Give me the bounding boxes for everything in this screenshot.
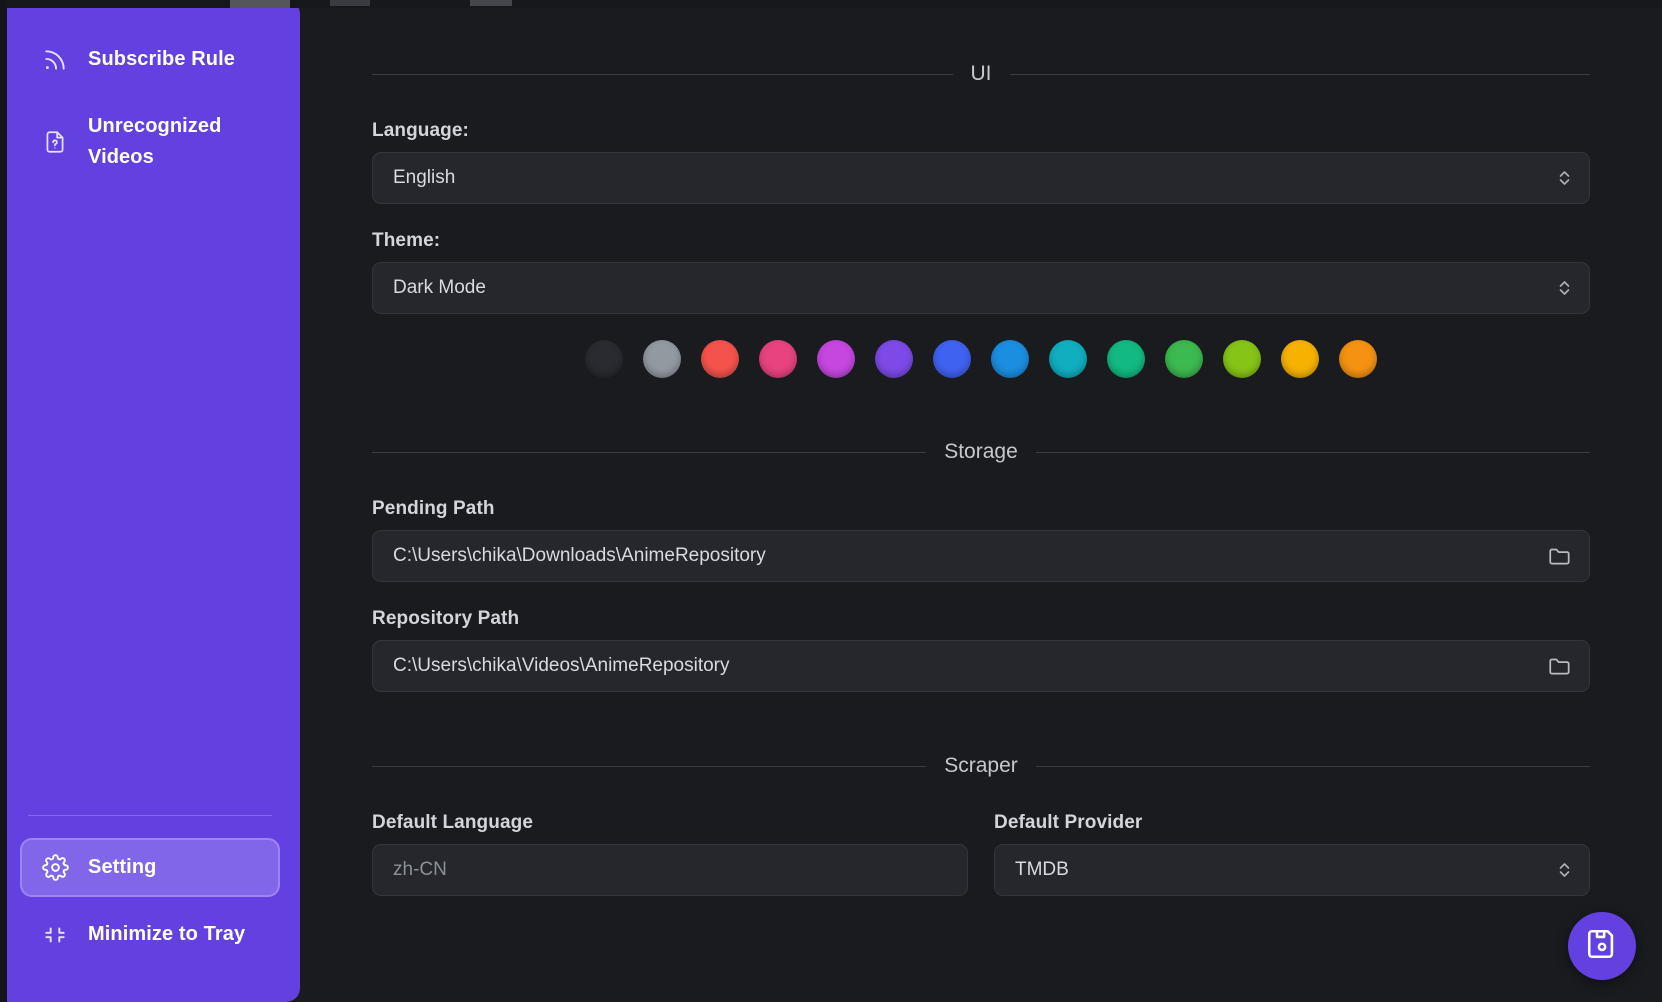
field-language: Language: English <box>372 120 1590 204</box>
chevron-updown-icon <box>1547 859 1581 881</box>
chevron-updown-icon <box>1547 167 1581 189</box>
accent-swatch-violet[interactable] <box>875 340 913 378</box>
folder-icon[interactable] <box>1537 531 1583 581</box>
app-window: Subscribe Rule Unrecognized Videos Setti… <box>0 0 1662 1002</box>
accent-swatch-cyan[interactable] <box>1049 340 1087 378</box>
section-divider-left <box>372 451 927 453</box>
section-divider-right <box>1035 451 1590 453</box>
theme-value: Dark Mode <box>393 277 486 298</box>
field-default-language: Default Language zh-CN <box>372 812 968 896</box>
section-divider-left <box>372 765 927 767</box>
sidebar-top-group: Subscribe Rule Unrecognized Videos <box>0 30 300 195</box>
field-repository-path: Repository Path C:\Users\chika\Videos\An… <box>372 608 1590 692</box>
section-header-scraper: Scraper <box>372 754 1590 778</box>
accent-swatch-blue[interactable] <box>991 340 1029 378</box>
save-button[interactable] <box>1568 912 1636 980</box>
default-provider-select[interactable]: TMDB <box>994 844 1590 896</box>
gear-icon <box>40 853 70 883</box>
accent-swatch-grey[interactable] <box>643 340 681 378</box>
field-theme: Theme: Dark Mode <box>372 230 1590 314</box>
repository-path-label: Repository Path <box>372 608 520 629</box>
theme-label: Theme: <box>372 230 441 251</box>
repository-path-input[interactable]: C:\Users\chika\Videos\AnimeRepository <box>372 640 1590 692</box>
sidebar-item-label: Setting <box>88 856 157 878</box>
sidebar-item-label: Unrecognized Videos <box>88 115 222 168</box>
chevron-updown-icon <box>1547 277 1581 299</box>
sidebar-item-label: Minimize to Tray <box>88 923 246 945</box>
accent-swatch-indigo[interactable] <box>933 340 971 378</box>
default-provider-value: TMDB <box>1015 859 1069 880</box>
language-value: English <box>393 167 456 188</box>
save-icon <box>1585 927 1619 966</box>
sidebar-item-minimize-to-tray[interactable]: Minimize to Tray <box>20 905 280 964</box>
repository-path-value: C:\Users\chika\Videos\AnimeRepository <box>393 655 730 676</box>
scraper-row: Default Language zh-CN Default Provider … <box>372 812 1590 896</box>
file-question-icon <box>40 127 70 157</box>
section-header-storage: Storage <box>372 440 1590 464</box>
section-divider-left <box>372 73 953 75</box>
pending-path-input[interactable]: C:\Users\chika\Downloads\AnimeRepository <box>372 530 1590 582</box>
default-provider-label: Default Provider <box>994 812 1143 833</box>
folder-icon[interactable] <box>1537 641 1583 691</box>
default-language-input[interactable]: zh-CN <box>372 844 968 896</box>
section-divider-right <box>1009 73 1590 75</box>
sidebar-divider <box>28 815 272 816</box>
sidebar: Subscribe Rule Unrecognized Videos Setti… <box>0 0 300 1002</box>
section-title: Scraper <box>944 754 1018 777</box>
accent-swatch-black[interactable] <box>585 340 623 378</box>
pending-path-label: Pending Path <box>372 498 495 519</box>
default-language-value: zh-CN <box>393 859 447 880</box>
accent-color-swatches <box>372 340 1590 378</box>
pending-path-value: C:\Users\chika\Downloads\AnimeRepository <box>393 545 766 566</box>
language-select[interactable]: English <box>372 152 1590 204</box>
minimize-icon <box>40 920 70 950</box>
section-title: Storage <box>944 440 1018 463</box>
section-title: UI <box>970 62 992 85</box>
accent-swatch-orange[interactable] <box>1339 340 1377 378</box>
accent-swatch-teal[interactable] <box>1107 340 1145 378</box>
accent-swatch-magenta[interactable] <box>817 340 855 378</box>
accent-swatch-pink[interactable] <box>759 340 797 378</box>
rss-icon <box>40 45 70 75</box>
sidebar-item-unrecognized-videos[interactable]: Unrecognized Videos <box>20 97 280 187</box>
theme-select[interactable]: Dark Mode <box>372 262 1590 314</box>
settings-panel: UI Language: English Theme: Dark Mode St… <box>300 0 1662 1002</box>
sidebar-item-setting[interactable]: Setting <box>20 838 280 897</box>
accent-swatch-lime[interactable] <box>1223 340 1261 378</box>
field-default-provider: Default Provider TMDB <box>994 812 1590 896</box>
sidebar-bottom-group: Setting Minimize to Tray <box>0 815 300 1002</box>
section-divider-right <box>1035 765 1590 767</box>
sidebar-item-subscribe-rule[interactable]: Subscribe Rule <box>20 30 280 89</box>
sidebar-item-label: Subscribe Rule <box>88 48 235 70</box>
section-header-ui: UI <box>372 62 1590 86</box>
default-language-label: Default Language <box>372 812 534 833</box>
accent-swatch-amber[interactable] <box>1281 340 1319 378</box>
accent-swatch-red[interactable] <box>701 340 739 378</box>
accent-swatch-green[interactable] <box>1165 340 1203 378</box>
language-label: Language: <box>372 120 469 141</box>
field-pending-path: Pending Path C:\Users\chika\Downloads\An… <box>372 498 1590 582</box>
